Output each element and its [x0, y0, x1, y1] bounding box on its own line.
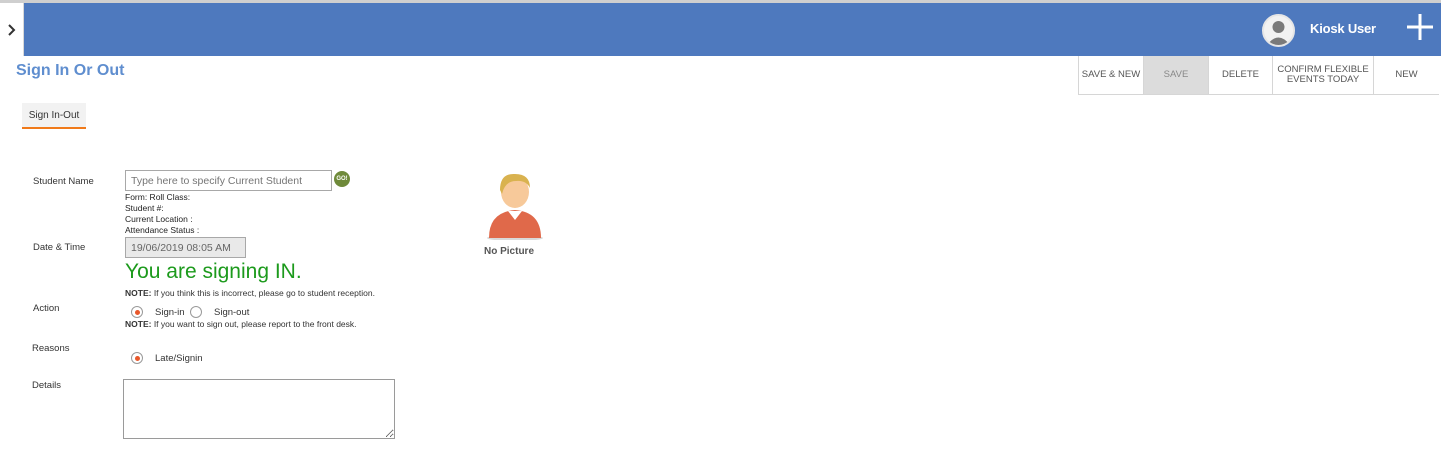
note-text: If you want to sign out, please report t…	[151, 319, 357, 329]
late-signin-label[interactable]: Late/Signin	[155, 353, 203, 364]
student-name-input[interactable]	[125, 170, 332, 191]
delete-button[interactable]: DELETE	[1209, 56, 1273, 94]
page-title: Sign In Or Out	[16, 62, 125, 79]
sign-in-label[interactable]: Sign-in	[155, 307, 185, 318]
top-bar	[24, 3, 1441, 56]
no-picture-person-icon	[480, 168, 550, 241]
note-prefix: NOTE:	[125, 288, 152, 298]
signing-status-message: You are signing IN.	[125, 260, 302, 283]
note-incorrect: NOTE: If you think this is incorrect, pl…	[125, 288, 375, 298]
note-sign-out: NOTE: If you want to sign out, please re…	[125, 319, 357, 329]
save-and-new-button[interactable]: SAVE & NEW	[1079, 56, 1144, 94]
new-button[interactable]: NEW	[1374, 56, 1439, 94]
tab-sign-in-out[interactable]: Sign In-Out	[22, 103, 86, 129]
save-button[interactable]: SAVE	[1144, 56, 1209, 94]
details-label: Details	[32, 380, 62, 391]
user-avatar-icon[interactable]	[1262, 14, 1295, 47]
note-text: If you think this is incorrect, please g…	[151, 288, 375, 298]
action-label: Action	[33, 303, 60, 314]
chevron-right-icon	[7, 23, 15, 36]
plus-icon[interactable]	[1406, 12, 1434, 42]
details-textarea[interactable]	[123, 379, 395, 439]
date-time-field: 19/06/2019 08:05 AM	[125, 237, 246, 258]
sign-in-radio[interactable]	[131, 306, 143, 318]
student-name-label: Student Name	[33, 176, 94, 187]
sidebar-toggle-button[interactable]	[0, 3, 24, 56]
no-picture-label: No Picture	[484, 246, 535, 257]
go-button[interactable]: GO!	[334, 171, 350, 187]
late-signin-radio[interactable]	[131, 352, 143, 364]
action-toolbar: SAVE & NEW SAVE DELETE CONFIRM FLEXIBLE …	[1078, 56, 1439, 95]
user-name[interactable]: Kiosk User	[1310, 21, 1376, 36]
student-number-info: Student #:	[125, 203, 164, 213]
sign-out-label[interactable]: Sign-out	[214, 307, 249, 318]
student-form-info: Form: Roll Class:	[125, 192, 191, 202]
date-time-label: Date & Time	[33, 242, 86, 253]
sign-out-radio[interactable]	[190, 306, 202, 318]
confirm-flexible-events-button[interactable]: CONFIRM FLEXIBLE EVENTS TODAY	[1273, 56, 1374, 94]
current-location-info: Current Location :	[125, 214, 193, 224]
note-prefix: NOTE:	[125, 319, 152, 329]
reasons-label: Reasons	[32, 343, 70, 354]
attendance-status-info: Attendance Status :	[125, 225, 200, 235]
